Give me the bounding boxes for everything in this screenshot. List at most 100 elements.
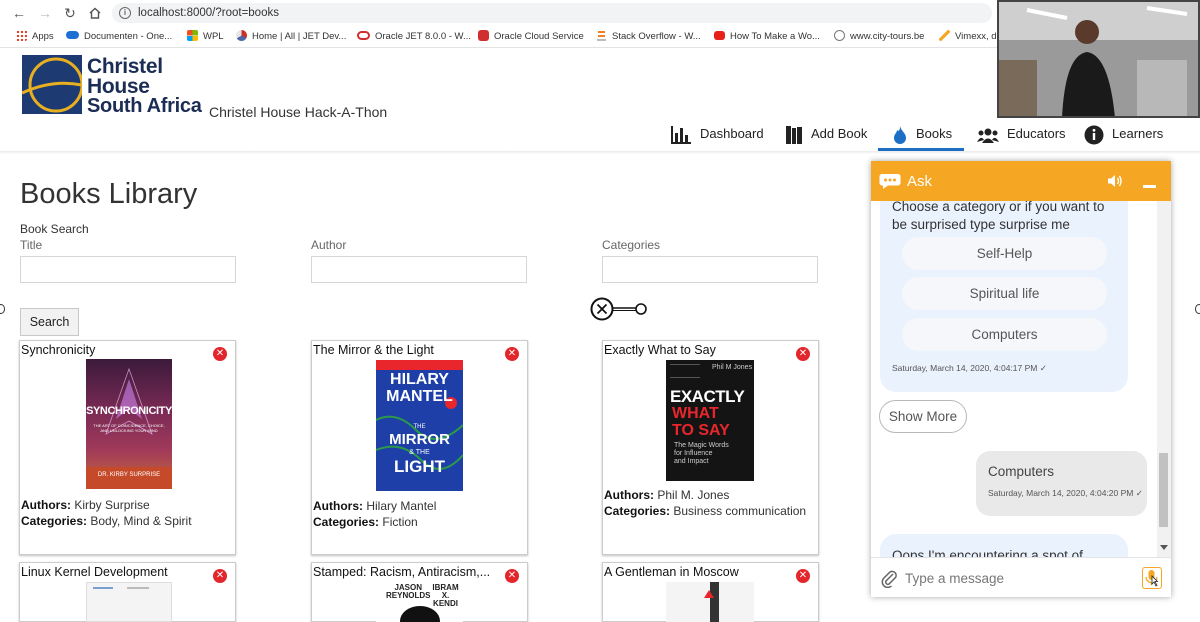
user-message-timestamp: Saturday, March 14, 2020, 4:04:20 PM ✓ — [988, 488, 1143, 498]
group-icon — [977, 128, 999, 143]
cover-line-6: LIGHT — [394, 457, 445, 476]
book-categories: Categories: Business communication — [604, 504, 807, 518]
title-input[interactable] — [20, 256, 236, 283]
bookmark-wpl[interactable]: WPL — [187, 30, 224, 44]
book-card-stamped[interactable]: Stamped: Racism, Antiracism,... ✕ JASON R… — [311, 562, 528, 622]
microphone-icon — [1145, 570, 1159, 587]
cover-line-2: WHAT — [672, 405, 719, 422]
youtube-icon — [714, 31, 725, 40]
book-title: Stamped: Racism, Antiracism,... — [313, 565, 491, 579]
globe-icon — [834, 30, 845, 41]
bot-prompt-text: Choose a category or if you want to be su… — [892, 201, 1105, 232]
info-icon — [1084, 125, 1104, 145]
message-input[interactable] — [905, 566, 1130, 590]
book-title: The Mirror & the Light — [313, 343, 434, 357]
delete-icon[interactable]: ✕ — [796, 347, 810, 361]
user-message-text: Computers — [988, 464, 1055, 479]
nav-books[interactable]: Books — [892, 122, 952, 148]
nav-learners[interactable]: Learners — [1084, 122, 1163, 148]
page-title: Books Library — [20, 178, 198, 210]
choice-self-help[interactable]: Self-Help — [902, 237, 1107, 270]
oracle-cloud-icon — [478, 30, 489, 41]
bookmark-vimexx[interactable]: Vimexx, d — [939, 30, 997, 44]
bookmark-stack-overflow[interactable]: Stack Overflow - W... — [596, 30, 701, 44]
book-card-gentleman-in-moscow[interactable]: A Gentleman in Moscow ✕ — [602, 562, 819, 622]
site-info-icon[interactable]: i — [119, 7, 131, 19]
book-cover-mirror-and-light: HILARY MANTEL THE MIRROR & THE LIGHT — [376, 360, 463, 491]
bookmark-documenten[interactable]: Documenten - One... — [66, 30, 172, 44]
choice-spiritual-life[interactable]: Spiritual life — [902, 277, 1107, 310]
nav-dashboard[interactable]: Dashboard — [670, 122, 764, 148]
bookmark-city-tours[interactable]: www.city-tours.be — [834, 30, 924, 44]
bookmark-oracle-cloud[interactable]: Oracle Cloud Service — [478, 30, 584, 44]
app-title: Christel House Hack-A-Thon — [209, 104, 388, 120]
logo-line-3: South Africa — [87, 95, 202, 117]
author-label: Author — [311, 238, 347, 252]
book-cover-gentleman-in-moscow — [666, 582, 754, 622]
bar-chart-icon — [671, 125, 691, 144]
right-edge-handle[interactable] — [1195, 304, 1200, 314]
book-card-mirror-and-light[interactable]: The Mirror & the Light ✕ HILARY MANTEL T… — [311, 340, 528, 555]
chat-header: Ask — [871, 161, 1171, 201]
minimize-icon[interactable] — [1143, 185, 1156, 188]
forward-arrow-icon[interactable]: → — [36, 4, 54, 22]
speaker-icon[interactable] — [1107, 174, 1123, 188]
cover-line-1: HILARY — [390, 371, 449, 388]
paperclip-icon[interactable] — [880, 568, 898, 588]
bookmark-how-to-make[interactable]: How To Make a Wo... — [714, 30, 820, 44]
cover-sub-1: The Magic Words — [674, 442, 729, 449]
flame-icon — [894, 125, 906, 144]
reload-icon[interactable]: ↻ — [61, 4, 79, 22]
search-heading: Book Search — [20, 222, 89, 236]
chat-scrollbar-thumb[interactable] — [1159, 453, 1168, 527]
cover-sub-2: for Influence — [674, 450, 713, 457]
cover-blurb-lines — [670, 364, 700, 378]
cover-line-2: MANTEL — [386, 388, 453, 405]
cover-author-1: JASON REYNOLDS — [386, 583, 431, 600]
bookmark-jet-dev[interactable]: Home | All | JET Dev... — [236, 30, 346, 44]
logo-line-2: House — [87, 75, 150, 98]
books-icon — [786, 125, 802, 144]
apps-grid-icon — [16, 30, 27, 41]
bookmark-apps[interactable]: Apps — [16, 30, 54, 44]
back-arrow-icon[interactable]: ← — [10, 4, 28, 22]
delete-icon[interactable]: ✕ — [505, 569, 519, 583]
book-card-synchronicity[interactable]: Synchronicity ✕ SYNCHRONICITY THE ART OF… — [19, 340, 236, 555]
book-authors: Authors: Phil M. Jones — [604, 488, 730, 502]
user-message-bubble: Computers Saturday, March 14, 2020, 4:04… — [976, 451, 1147, 516]
show-more-button[interactable]: Show More — [879, 400, 967, 433]
cover-author-2: IBRAM X. KENDI — [432, 583, 459, 608]
bot-message-timestamp: Saturday, March 14, 2020, 4:04:17 PM ✓ — [892, 363, 1047, 373]
chat-conversation[interactable]: Choose a category or if you want to be su… — [871, 201, 1171, 557]
choice-computers[interactable]: Computers — [902, 318, 1107, 351]
chat-scrollbar[interactable] — [1157, 201, 1171, 557]
microphone-button[interactable] — [1142, 567, 1162, 589]
search-button[interactable]: Search — [20, 308, 79, 336]
left-edge-handle[interactable] — [0, 304, 5, 314]
author-input[interactable] — [311, 256, 527, 283]
nav-educators[interactable]: Educators — [977, 122, 1066, 148]
bookmark-oracle-jet[interactable]: Oracle JET 8.0.0 - W... — [357, 30, 471, 44]
delete-icon[interactable]: ✕ — [213, 347, 227, 361]
home-icon[interactable] — [86, 4, 104, 22]
onedrive-cloud-icon — [66, 31, 79, 39]
delete-icon[interactable]: ✕ — [505, 347, 519, 361]
chat-bubble-icon — [879, 174, 901, 189]
chat-input-bar — [871, 557, 1171, 597]
book-card-exactly-what-to-say[interactable]: Exactly What to Say ✕ Phil M Jones EXACT… — [602, 340, 819, 555]
delete-icon[interactable]: ✕ — [213, 569, 227, 583]
webcam-video-overlay — [997, 0, 1200, 118]
cover-subtitle: THE ART OF COINCIDENCE, CHOICE, AND UNLO… — [93, 423, 165, 433]
book-authors: Authors: Kirby Surprise — [21, 498, 150, 512]
chat-widget: Ask Choose a category or if you want to b… — [871, 161, 1171, 597]
cover-sub-3: and Impact — [674, 458, 709, 465]
scroll-down-arrow-icon[interactable] — [1160, 545, 1168, 550]
book-title: Exactly What to Say — [604, 343, 716, 357]
close-circle-slider-icon[interactable] — [590, 296, 650, 324]
categories-input[interactable] — [602, 256, 818, 283]
book-card-linux-kernel[interactable]: Linux Kernel Development ✕ — [19, 562, 236, 622]
delete-icon[interactable]: ✕ — [796, 569, 810, 583]
bot-message-bubble: Choose a category or if you want to be su… — [880, 201, 1128, 392]
address-bar[interactable]: i localhost:8000/?root=books — [112, 3, 992, 23]
nav-add-book[interactable]: Add Book — [785, 122, 867, 148]
